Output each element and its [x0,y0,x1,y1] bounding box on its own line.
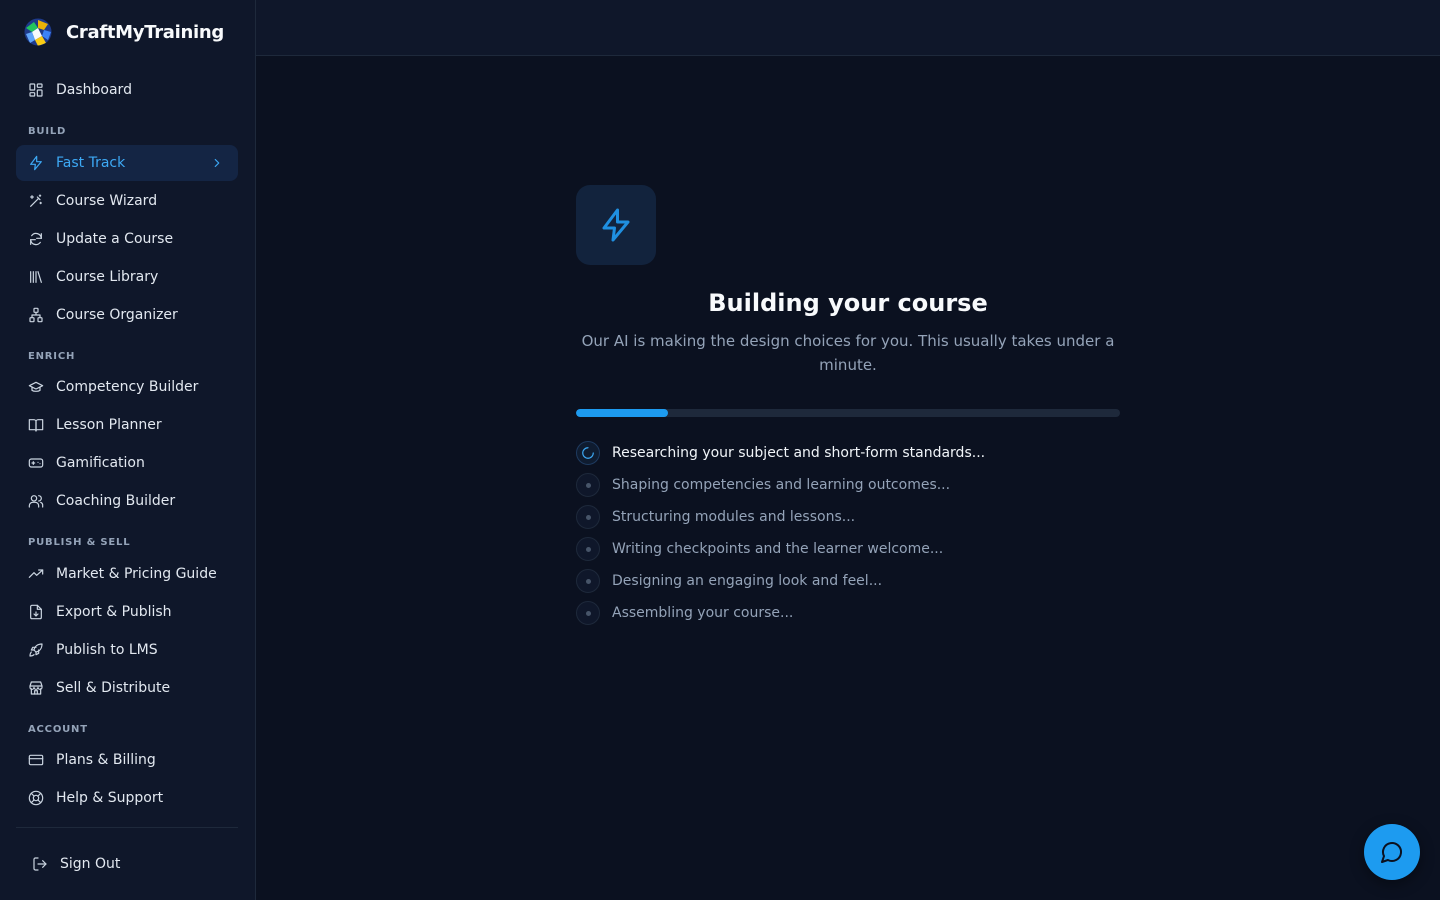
organizer-icon [28,307,44,323]
sidebar-item-label: Publish to LMS [56,642,158,658]
step-list: Researching your subject and short-form … [576,437,1120,629]
file-export-icon [28,604,44,620]
sidebar-item-market-pricing[interactable]: Market & Pricing Guide [16,556,238,592]
dashboard-grid-icon [28,82,44,98]
sidebar-item-help-support[interactable]: Help & Support [16,780,238,816]
brand[interactable]: CraftMyTraining [22,16,224,48]
sidebar-item-lesson-planner[interactable]: Lesson Planner [16,407,238,443]
step-label: Writing checkpoints and the learner welc… [612,541,944,557]
sidebar-item-label: Lesson Planner [56,417,162,433]
sidebar-item-label: Sell & Distribute [56,680,171,696]
step-item: Designing an engaging look and feel... [576,565,1120,597]
step-item: Structuring modules and lessons... [576,501,1120,533]
sidebar-item-course-library[interactable]: Course Library [16,259,238,295]
section-label-publish: PUBLISH & SELL [28,537,131,548]
step-item: Writing checkpoints and the learner welc… [576,533,1120,565]
step-label: Researching your subject and short-form … [612,445,986,461]
sidebar-item-label: Update a Course [56,231,174,247]
section-label-account: ACCOUNT [28,724,88,735]
lifebuoy-icon [28,790,44,806]
sign-out-button[interactable]: Sign Out [16,846,238,882]
sidebar-item-publish-lms[interactable]: Publish to LMS [16,632,238,668]
sidebar-item-label: Export & Publish [56,604,172,620]
book-open-icon [28,417,44,433]
sidebar-item-sell-distribute[interactable]: Sell & Distribute [16,670,238,706]
library-icon [28,269,44,285]
step-label: Designing an engaging look and feel... [612,573,883,589]
pending-dot-icon [576,537,600,561]
sidebar-item-label: Help & Support [56,790,164,806]
section-label-enrich: ENRICH [28,351,76,362]
pending-dot-icon [576,569,600,593]
rocket-icon [28,642,44,658]
sidebar-item-plans-billing[interactable]: Plans & Billing [16,742,238,778]
users-icon [28,493,44,509]
store-icon [28,680,44,696]
sidebar-item-label: Course Organizer [56,307,178,323]
lightning-icon [28,155,44,171]
sidebar-item-export-publish[interactable]: Export & Publish [16,594,238,630]
sidebar-item-course-organizer[interactable]: Course Organizer [16,297,238,333]
sidebar-item-label: Course Library [56,269,159,285]
sign-out-label: Sign Out [60,856,121,872]
progress-fill [576,409,669,417]
step-item: Assembling your course... [576,597,1120,629]
gamepad-icon [28,455,44,471]
lightning-icon [602,208,630,242]
step-item: Shaping competencies and learning outcom… [576,469,1120,501]
chevron-right-icon [210,156,224,170]
sidebar: CraftMyTraining Dashboard BUILD Fast Tra… [0,0,256,900]
spinner-icon [576,441,600,465]
pending-dot-icon [576,473,600,497]
pending-dot-icon [576,601,600,625]
sidebar-item-label: Course Wizard [56,193,158,209]
progress-bar [576,409,1120,417]
sidebar-item-update-course[interactable]: Update a Course [16,221,238,257]
chat-bubble-icon [1381,842,1402,863]
sidebar-item-gamification[interactable]: Gamification [16,445,238,481]
top-bar [256,0,1440,56]
sidebar-item-label: Gamification [56,455,145,471]
sidebar-item-fast-track[interactable]: Fast Track [16,145,238,181]
trending-up-icon [28,566,44,582]
step-item: Researching your subject and short-form … [576,437,1120,469]
step-label: Structuring modules and lessons... [612,509,856,525]
sidebar-item-course-wizard[interactable]: Course Wizard [16,183,238,219]
step-label: Assembling your course... [612,605,794,621]
magic-wand-icon [28,193,44,209]
graduation-cap-icon [28,379,44,395]
page-title: Building your course [708,289,988,317]
sidebar-item-dashboard[interactable]: Dashboard [16,72,238,108]
sidebar-item-label: Coaching Builder [56,493,176,509]
sidebar-item-label: Competency Builder [56,379,199,395]
section-label-build: BUILD [28,126,67,137]
hero-lightning-badge [576,185,656,265]
chat-button[interactable] [1364,824,1420,880]
sidebar-item-label: Fast Track [56,155,126,171]
sidebar-item-coaching-builder[interactable]: Coaching Builder [16,483,238,519]
log-out-icon [32,856,48,872]
sidebar-divider [16,827,238,828]
credit-card-icon [28,752,44,768]
sidebar-item-label: Dashboard [56,82,132,98]
brand-name: CraftMyTraining [66,21,224,43]
page-subtitle: Our AI is making the design choices for … [581,332,1115,374]
sidebar-item-label: Plans & Billing [56,752,156,768]
sidebar-item-label: Market & Pricing Guide [56,566,217,582]
pending-dot-icon [576,505,600,529]
globe-logo-icon [23,17,53,47]
refresh-icon [28,231,44,247]
step-label: Shaping competencies and learning outcom… [612,477,951,493]
sidebar-item-competency-builder[interactable]: Competency Builder [16,369,238,405]
